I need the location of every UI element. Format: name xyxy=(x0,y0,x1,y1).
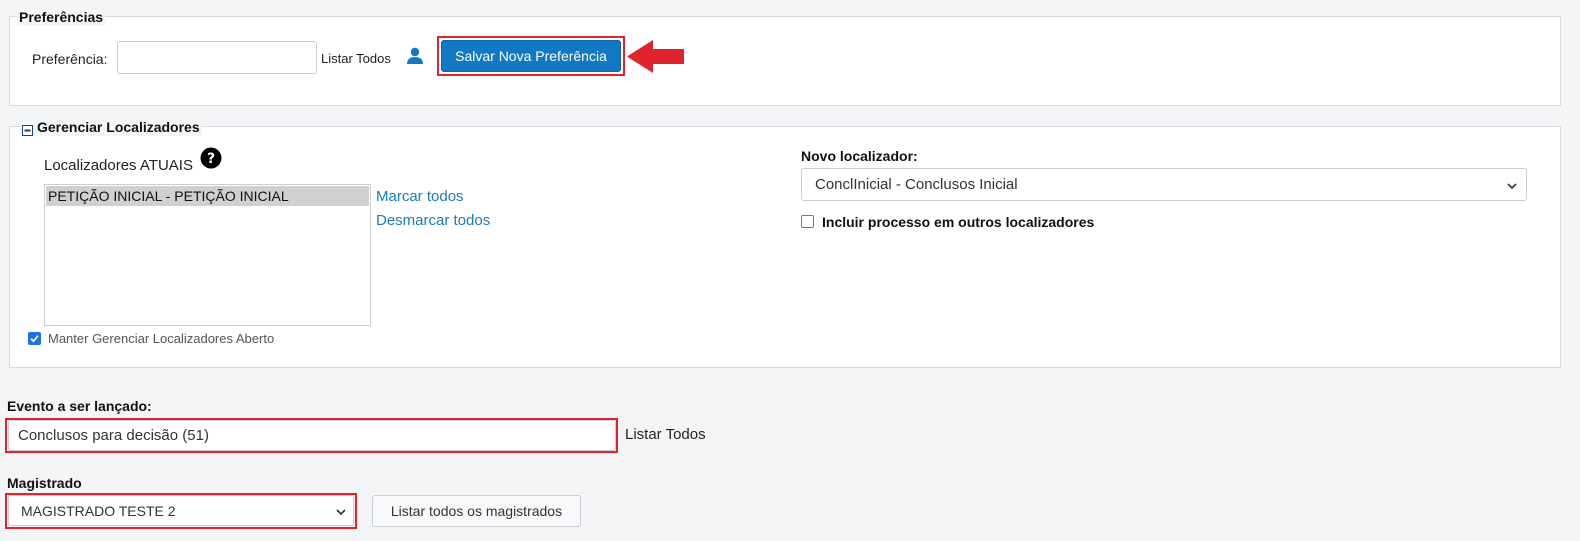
listar-todos-evento-link[interactable]: Listar Todos xyxy=(625,426,706,444)
svg-text:?: ? xyxy=(207,151,215,167)
novo-localizador-value: ConclInicial - Conclusos Inicial xyxy=(815,176,1018,193)
preferencia-label: Preferência: xyxy=(32,51,108,67)
localizadores-atuais-list[interactable]: PETIÇÃO INICIAL - PETIÇÃO INICIAL xyxy=(44,184,371,326)
listar-todos-preferencias-link[interactable]: Listar Todos xyxy=(321,51,391,67)
magistrado-label: Magistrado xyxy=(7,475,82,491)
user-icon[interactable] xyxy=(405,46,425,66)
magistrado-value: MAGISTRADO TESTE 2 xyxy=(21,503,176,519)
red-arrow-icon xyxy=(627,40,685,73)
chevron-down-icon xyxy=(335,505,347,522)
question-circle-icon[interactable]: ? xyxy=(200,147,222,169)
marcar-todos-link[interactable]: Marcar todos xyxy=(376,188,464,206)
desmarcar-todos-link[interactable]: Desmarcar todos xyxy=(376,212,490,230)
evento-input[interactable]: Conclusos para decisão (51) xyxy=(8,420,616,451)
listar-todos-magistrados-button[interactable]: Listar todos os magistrados xyxy=(372,495,581,527)
manter-aberto-label: Manter Gerenciar Localizadores Aberto xyxy=(48,331,275,346)
minus-square-icon[interactable] xyxy=(22,122,33,136)
list-item[interactable]: PETIÇÃO INICIAL - PETIÇÃO INICIAL xyxy=(46,186,369,206)
novo-localizador-label-text: Novo localizador: xyxy=(801,148,918,164)
novo-localizador-select[interactable]: ConclInicial - Conclusos Inicial xyxy=(801,168,1527,201)
magistrado-select[interactable]: MAGISTRADO TESTE 2 xyxy=(8,495,354,526)
localizadores-legend-text: Gerenciar Localizadores xyxy=(37,119,200,135)
novo-localizador-label: Novo localizador: xyxy=(801,147,918,165)
evento-label: Evento a ser lançado: xyxy=(7,398,152,414)
evento-input-value: Conclusos para decisão (51) xyxy=(18,427,209,444)
incluir-processo-label: Incluir processo em outros localizadores xyxy=(822,214,1095,230)
localizadores-atuais-label: Localizadores ATUAIS xyxy=(44,157,193,174)
chevron-down-icon xyxy=(1506,179,1518,196)
salvar-nova-preferencia-button[interactable]: Salvar Nova Preferência xyxy=(441,40,621,72)
manter-aberto-checkbox[interactable] xyxy=(28,332,41,345)
localizadores-legend: Gerenciar Localizadores xyxy=(20,118,202,136)
preferencia-input[interactable] xyxy=(117,41,317,74)
incluir-processo-checkbox[interactable] xyxy=(801,215,814,228)
preferencias-legend: Preferências xyxy=(17,8,106,26)
